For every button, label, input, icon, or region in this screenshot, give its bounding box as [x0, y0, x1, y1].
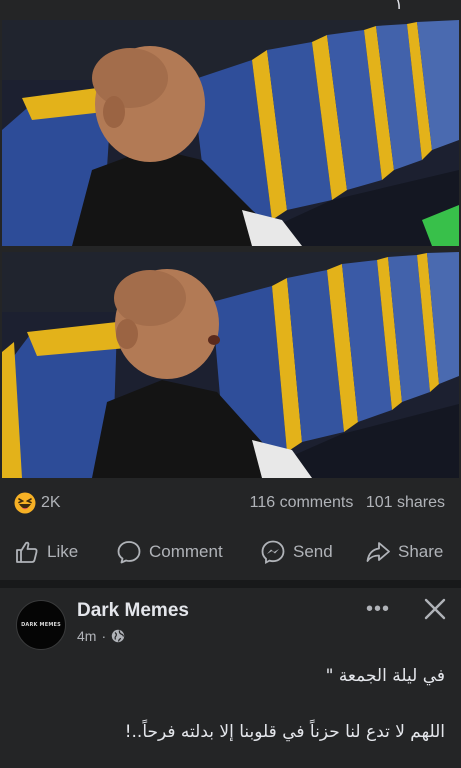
globe-icon[interactable] [111, 629, 125, 643]
send-button[interactable]: Send [260, 538, 333, 566]
comment-label: Comment [149, 542, 223, 561]
previous-post-text-strip: ۱ [0, 0, 461, 18]
page-name[interactable]: Dark Memes [77, 600, 189, 622]
comment-bubble-icon [117, 541, 141, 564]
meme-image-top[interactable] [2, 20, 459, 246]
comment-count[interactable]: 116 comments [250, 494, 354, 511]
thumbs-up-icon [16, 541, 38, 563]
share-arrow-icon [366, 542, 390, 562]
share-label: Share [398, 542, 444, 561]
comment-button[interactable]: Comment [116, 538, 223, 566]
reaction-count[interactable]: 2K [41, 494, 61, 512]
send-label: Send [293, 542, 333, 561]
post-action-bar: Like Comment Send Share [0, 530, 461, 574]
post-text-line-1: في ليلة الجمعة " [325, 666, 445, 686]
like-label: Like [47, 542, 79, 561]
haha-reaction-icon[interactable] [14, 492, 36, 514]
meme-image-bottom[interactable] [2, 252, 459, 478]
more-options-button[interactable]: ••• [366, 598, 390, 621]
avatar-logo-text: DARK MEMES [21, 622, 61, 628]
previous-post-text: ۱ [394, 0, 403, 13]
post-time[interactable]: 4m [77, 628, 96, 644]
comments-shares-summary: 116 comments 101 shares [242, 494, 445, 512]
post-header: DARK MEMES Dark Memes 4m · ••• [0, 588, 461, 658]
share-button[interactable]: Share [365, 538, 443, 566]
like-button[interactable]: Like [14, 538, 78, 566]
meta-separator: · [101, 628, 107, 644]
feed-page: ۱ 2K 116 comments 101 shares Like Commen… [0, 0, 461, 768]
share-count[interactable]: 101 shares [366, 494, 445, 511]
messenger-icon [261, 540, 285, 565]
post-divider [0, 580, 461, 588]
post-text-line-2: اللهم لا تدع لنا حزناً في قلوبنا إلا بدل… [124, 722, 445, 742]
close-icon[interactable] [422, 596, 448, 622]
page-avatar[interactable]: DARK MEMES [16, 600, 66, 650]
post-meta: 4m · [77, 628, 125, 644]
post-stats-row: 2K 116 comments 101 shares [0, 484, 461, 524]
